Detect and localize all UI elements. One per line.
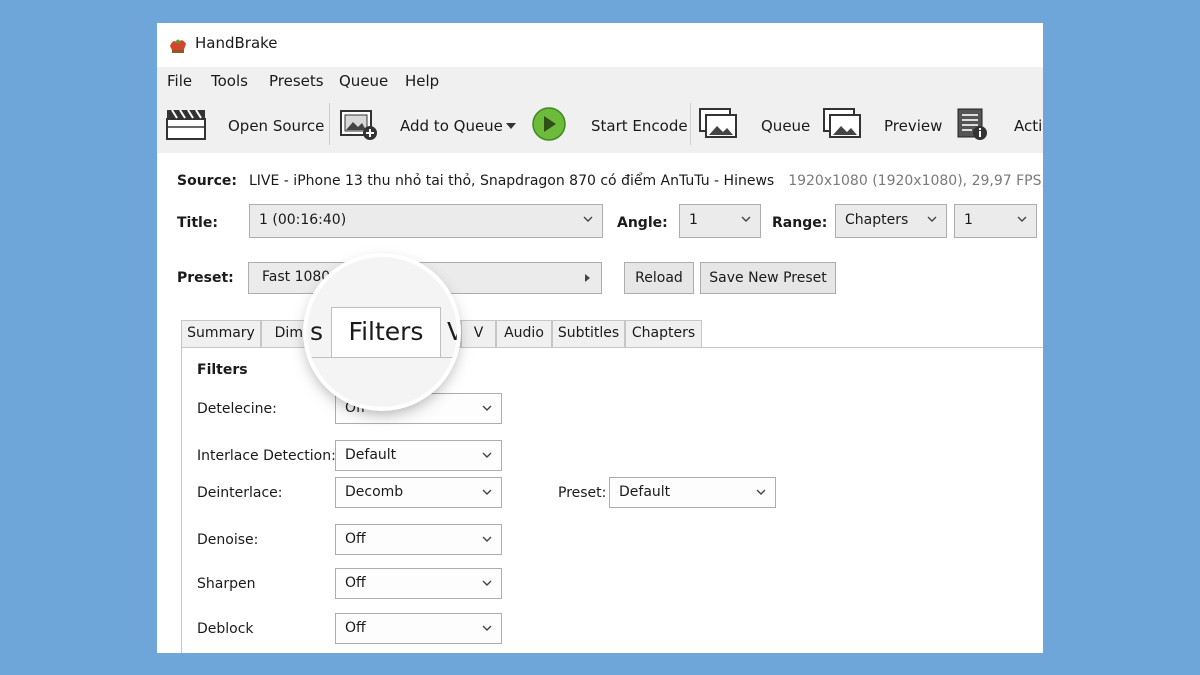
chevron-down-icon <box>482 536 492 542</box>
open-source-label: Open Source <box>228 117 325 135</box>
menu-help[interactable]: Help <box>405 72 439 90</box>
clapperboard-icon <box>166 109 206 140</box>
sharpen-value: Off <box>345 575 366 591</box>
deinterlace-preset-label: Preset: <box>558 485 607 501</box>
interlace-detection-select[interactable]: Default <box>335 440 502 471</box>
tab-chapters[interactable]: Chapters <box>625 320 702 347</box>
tab-audio[interactable]: Audio <box>496 320 552 347</box>
queue-images-icon <box>699 108 737 138</box>
chevron-down-icon <box>927 216 937 222</box>
magnified-tab-fragment: V <box>447 317 457 346</box>
sharpen-select[interactable]: Off <box>335 568 502 599</box>
chevron-down-icon <box>482 489 492 495</box>
magnified-filters-tab[interactable]: Filters <box>331 307 441 357</box>
angle-select[interactable]: 1 <box>679 204 761 238</box>
save-new-preset-button[interactable]: Save New Preset <box>700 262 836 294</box>
range-type-select[interactable]: Chapters <box>835 204 947 238</box>
source-name: LIVE - iPhone 13 thu nhỏ tai thỏ, Snapdr… <box>249 173 775 189</box>
title-select[interactable]: 1 (00:16:40) <box>249 204 603 238</box>
chevron-right-icon <box>585 274 590 282</box>
play-icon <box>532 107 566 141</box>
magnified-tab-fragment: s <box>310 317 324 346</box>
interlace-detection-value: Default <box>345 447 397 463</box>
angle-value: 1 <box>689 212 698 228</box>
queue-label: Queue <box>761 117 811 135</box>
preset-value: Fast 1080 <box>262 269 331 285</box>
chevron-down-icon <box>1017 216 1027 222</box>
chevron-down-icon <box>741 216 751 222</box>
deblock-label: Deblock <box>197 621 254 637</box>
preview-label: Preview <box>884 117 943 135</box>
chevron-down-icon <box>482 405 492 411</box>
interlace-detection-label: Interlace Detection: <box>197 448 336 464</box>
detelecine-label: Detelecine: <box>197 401 277 417</box>
chevron-down-icon <box>482 452 492 458</box>
menu-presets[interactable]: Presets <box>269 72 324 90</box>
sharpen-label: Sharpen <box>197 576 256 592</box>
menu-queue[interactable]: Queue <box>339 72 388 90</box>
add-to-queue-label: Add to Queue <box>400 117 503 135</box>
menu-tools[interactable]: Tools <box>211 72 248 90</box>
toolbar-separator <box>329 103 330 145</box>
deinterlace-value: Decomb <box>345 484 404 500</box>
chevron-down-icon[interactable] <box>506 123 516 129</box>
reload-button[interactable]: Reload <box>624 262 694 294</box>
title-value: 1 (00:16:40) <box>259 212 347 228</box>
magnified-tab-baseline <box>307 357 457 358</box>
tab-summary[interactable]: Summary <box>181 320 261 347</box>
deinterlace-label: Deinterlace: <box>197 485 283 501</box>
source-label: Source: <box>177 173 237 189</box>
start-encode-label: Start Encode <box>591 117 688 135</box>
deinterlace-preset-value: Default <box>619 484 671 500</box>
toolbar-separator <box>690 103 691 145</box>
handbrake-logo-icon <box>170 39 186 53</box>
denoise-label: Denoise: <box>197 532 259 548</box>
add-image-icon <box>340 110 377 140</box>
chevron-down-icon <box>756 489 766 495</box>
handbrake-window: HandBrake File Tools Presets Queue Help … <box>157 23 1043 653</box>
activity-log-icon <box>957 108 987 140</box>
range-start-value: 1 <box>964 212 973 228</box>
toolbar: Open Source Add to Queue Start Encode Qu… <box>157 95 1043 153</box>
deblock-value: Off <box>345 620 366 636</box>
activity-label: Acti <box>1014 117 1043 135</box>
app-title: HandBrake <box>195 34 278 52</box>
chevron-down-icon <box>482 580 492 586</box>
menu-file[interactable]: File <box>167 72 192 90</box>
preset-label: Preset: <box>177 270 234 286</box>
range-start-select[interactable]: 1 <box>954 204 1037 238</box>
range-label: Range: <box>772 215 828 231</box>
range-type-value: Chapters <box>845 212 909 228</box>
preview-images-icon <box>823 108 861 138</box>
deinterlace-preset-select[interactable]: Default <box>609 477 776 508</box>
tab-subtitles[interactable]: Subtitles <box>552 320 625 347</box>
deblock-select[interactable]: Off <box>335 613 502 644</box>
deinterlace-select[interactable]: Decomb <box>335 477 502 508</box>
chevron-down-icon <box>482 625 492 631</box>
title-label: Title: <box>177 215 218 231</box>
menu-bar: File Tools Presets Queue Help <box>157 67 1043 95</box>
source-meta: 1920x1080 (1920x1080), 29,97 FPS, 1 <box>788 173 1043 189</box>
denoise-select[interactable]: Off <box>335 524 502 555</box>
denoise-value: Off <box>345 531 366 547</box>
magnifier-callout: s Filters V <box>307 257 457 407</box>
filters-panel: Filters Detelecine: Off Interlace Detect… <box>181 347 1043 653</box>
tab-video[interactable]: V <box>461 320 496 347</box>
title-bar: HandBrake <box>157 23 1043 63</box>
chevron-down-icon <box>583 216 593 222</box>
filters-heading: Filters <box>197 362 248 378</box>
source-info: LIVE - iPhone 13 thu nhỏ tai thỏ, Snapdr… <box>249 173 1043 189</box>
angle-label: Angle: <box>617 215 668 231</box>
